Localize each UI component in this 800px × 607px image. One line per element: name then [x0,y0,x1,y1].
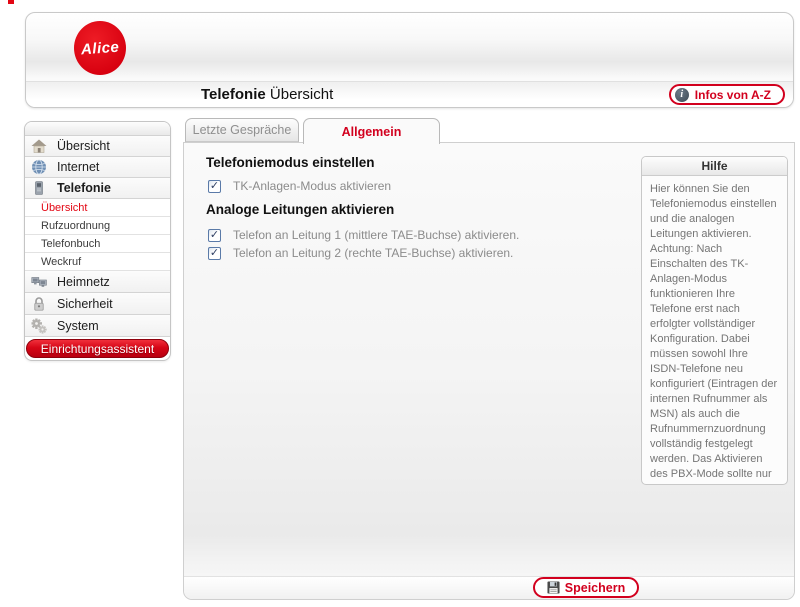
sidebar-item-internet[interactable]: Internet [25,157,170,178]
sidebar-subitem-label: Weckruf [41,256,81,268]
help-box: Hilfe Hier können Sie den Telefoniemodus… [641,156,788,485]
network-icon [31,274,47,290]
checkbox-row-tk-anlagen-modus[interactable]: ✓ TK-Anlagen-Modus aktivieren [208,179,391,193]
einrichtungsassistent-button[interactable]: Einrichtungsassistent [26,339,169,358]
sidebar-subitem-uebersicht[interactable]: Übersicht [25,199,170,217]
leitung-2-checkbox[interactable]: ✓ [208,247,221,260]
sidebar-subitem-telefonbuch[interactable]: Telefonbuch [25,235,170,253]
sidebar-subitem-weckruf[interactable]: Weckruf [25,253,170,271]
tab-label: Letzte Gespräche [193,123,292,137]
sidebar-subitem-label: Telefonbuch [41,238,100,250]
checkbox-row-leitung-2[interactable]: ✓ Telefon an Leitung 2 (rechte TAE-Buchs… [208,246,513,260]
tk-anlagen-modus-checkbox[interactable]: ✓ [208,180,221,193]
sidebar-item-label: Übersicht [57,139,110,153]
sidebar-item-label: Heimnetz [57,275,110,289]
help-paragraph: Hier können Sie den Telefoniemodus einst… [650,182,779,242]
sidebar-item-uebersicht[interactable]: Übersicht [25,136,170,157]
sidebar-item-heimnetz[interactable]: Heimnetz [25,271,170,293]
tab-allgemein[interactable]: Allgemein [303,118,440,144]
section-title-telefoniemodus: Telefoniemodus einstellen [206,155,375,170]
sidebar-item-system[interactable]: System [25,315,170,337]
sidebar-item-sicherheit[interactable]: Sicherheit [25,293,170,315]
help-paragraph: Achtung: Nach Einschalten des TK-Anlagen… [650,242,779,485]
home-icon [31,138,47,154]
sidebar-item-telefonie[interactable]: Telefonie [25,178,170,199]
panel-footer [184,576,794,599]
checkbox-label[interactable]: Telefon an Leitung 1 (mittlere TAE-Buchs… [233,228,519,242]
checkbox-row-leitung-1[interactable]: ✓ Telefon an Leitung 1 (mittlere TAE-Buc… [208,228,519,242]
title-bar: Telefonie Übersicht i Infos von A-Z [26,81,793,107]
einrichtungsassistent-label: Einrichtungsassistent [41,342,154,356]
checkbox-label[interactable]: Telefon an Leitung 2 (rechte TAE-Buchse)… [233,246,513,260]
sidebar-subitem-label: Übersicht [41,202,87,214]
infos-von-a-z-button[interactable]: i Infos von A-Z [669,84,785,105]
page-title-subsection: Übersicht [270,86,333,103]
infos-button-label: Infos von A-Z [695,88,771,102]
tab-letzte-gespraeche[interactable]: Letzte Gespräche [185,118,299,142]
alice-logo: Alice [74,21,126,75]
globe-icon [31,159,47,175]
sidebar-item-label: Sicherheit [57,297,113,311]
sidebar-cap [25,122,170,136]
section-title-analoge-leitungen: Analoge Leitungen aktivieren [206,202,394,217]
check-icon: ✓ [210,229,219,240]
check-icon: ✓ [210,180,219,191]
tab-label: Allgemein [342,125,402,139]
checkbox-label[interactable]: TK-Anlagen-Modus aktivieren [233,179,391,193]
sidebar-subitem-rufzuordnung[interactable]: Rufzuordnung [25,217,170,235]
content-panel: Telefoniemodus einstellen ✓ TK-Anlagen-M… [183,142,795,600]
save-button-label: Speichern [565,581,625,595]
help-text: Hier können Sie den Telefoniemodus einst… [642,176,787,485]
lock-icon [31,296,47,312]
header: Alice Telefonie Übersicht i Infos von A-… [25,12,794,108]
sidebar-item-label: Telefonie [57,181,111,195]
sidebar-item-label: Internet [57,160,99,174]
leitung-1-checkbox[interactable]: ✓ [208,229,221,242]
browser-edge-mark [8,0,14,4]
floppy-disk-icon [547,581,560,594]
page-title: Telefonie Übersicht [201,86,333,103]
page-title-section: Telefonie [201,86,266,103]
phone-icon [31,180,47,196]
sidebar-item-label: System [57,319,99,333]
sidebar-subitem-label: Rufzuordnung [41,220,110,232]
sidebar: Übersicht Internet Telefonie Übersicht R… [24,121,171,361]
save-button[interactable]: Speichern [533,577,639,598]
help-title: Hilfe [642,157,787,176]
check-icon: ✓ [210,247,219,258]
gears-icon [31,318,47,334]
alice-logo-text: Alice [80,38,119,58]
info-icon: i [675,88,689,102]
